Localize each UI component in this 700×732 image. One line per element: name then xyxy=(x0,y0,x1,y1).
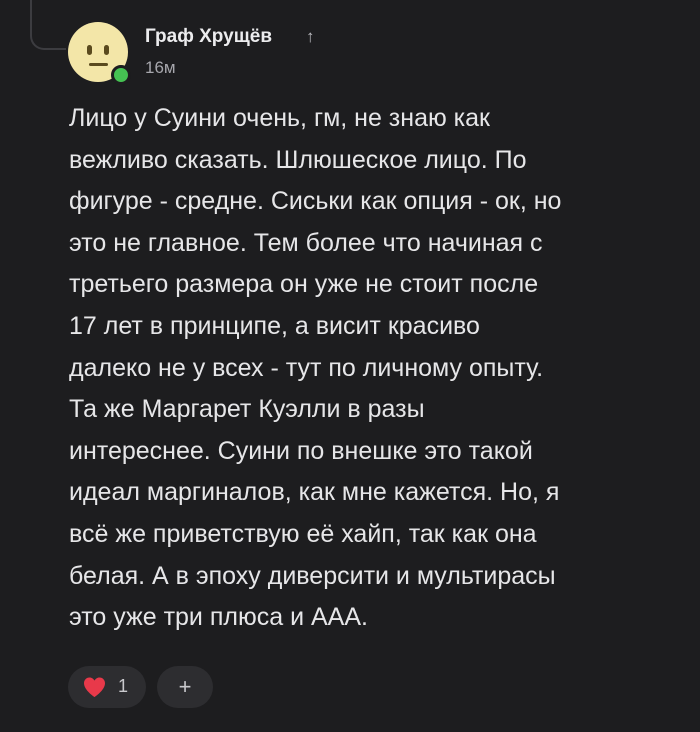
comment-text-line: вежливо сказать. Шлюшеское лицо. По xyxy=(69,145,527,174)
avatar[interactable] xyxy=(68,22,131,85)
like-count: 1 xyxy=(118,676,129,696)
comment-text-line: это уже три плюса и ААА. xyxy=(69,603,368,632)
like-button[interactable]: 1 xyxy=(68,666,146,708)
comment-text: Лицо у Суини очень, гм, не знаю как вежл… xyxy=(69,98,649,639)
comment-text-line: Та же Маргарет Куэлли в разы xyxy=(69,395,425,424)
comment-text-line: третьего размера он уже не стоит после xyxy=(69,270,539,299)
comment-text-line: это не главное. Тем более что начиная с xyxy=(69,228,543,257)
add-reaction-button[interactable]: + xyxy=(157,666,213,708)
comment-text-line: идеал маргиналов, как мне кажется. Но, я xyxy=(69,478,560,507)
comment-text-line: далеко не у всех - тут по личному опыту. xyxy=(69,353,544,382)
comment-text-line: 17 лет в принципе, а висит красиво xyxy=(69,311,480,340)
comment-text-line: всё же приветствую её хайп, так как она xyxy=(69,519,537,548)
up-arrow-icon: ↑ xyxy=(306,27,315,46)
online-status-dot xyxy=(111,65,131,85)
comment-text-line: интереснее. Суини по внешке это такой xyxy=(69,436,533,465)
plus-icon: + xyxy=(178,674,192,699)
comment-text-line: Лицо у Суини очень, гм, не знаю как xyxy=(69,104,490,132)
comment-timestamp: 16м xyxy=(145,58,176,77)
thread-connector-line xyxy=(30,0,66,50)
comment-text-line: фигуре - средне. Сиськи как опция - ок, … xyxy=(69,187,562,216)
comment-text-line: белая. А в эпоху диверсити и мультирасы xyxy=(69,561,556,590)
author-name[interactable]: Граф Хрущёв xyxy=(145,26,272,48)
heart-icon xyxy=(84,677,105,697)
